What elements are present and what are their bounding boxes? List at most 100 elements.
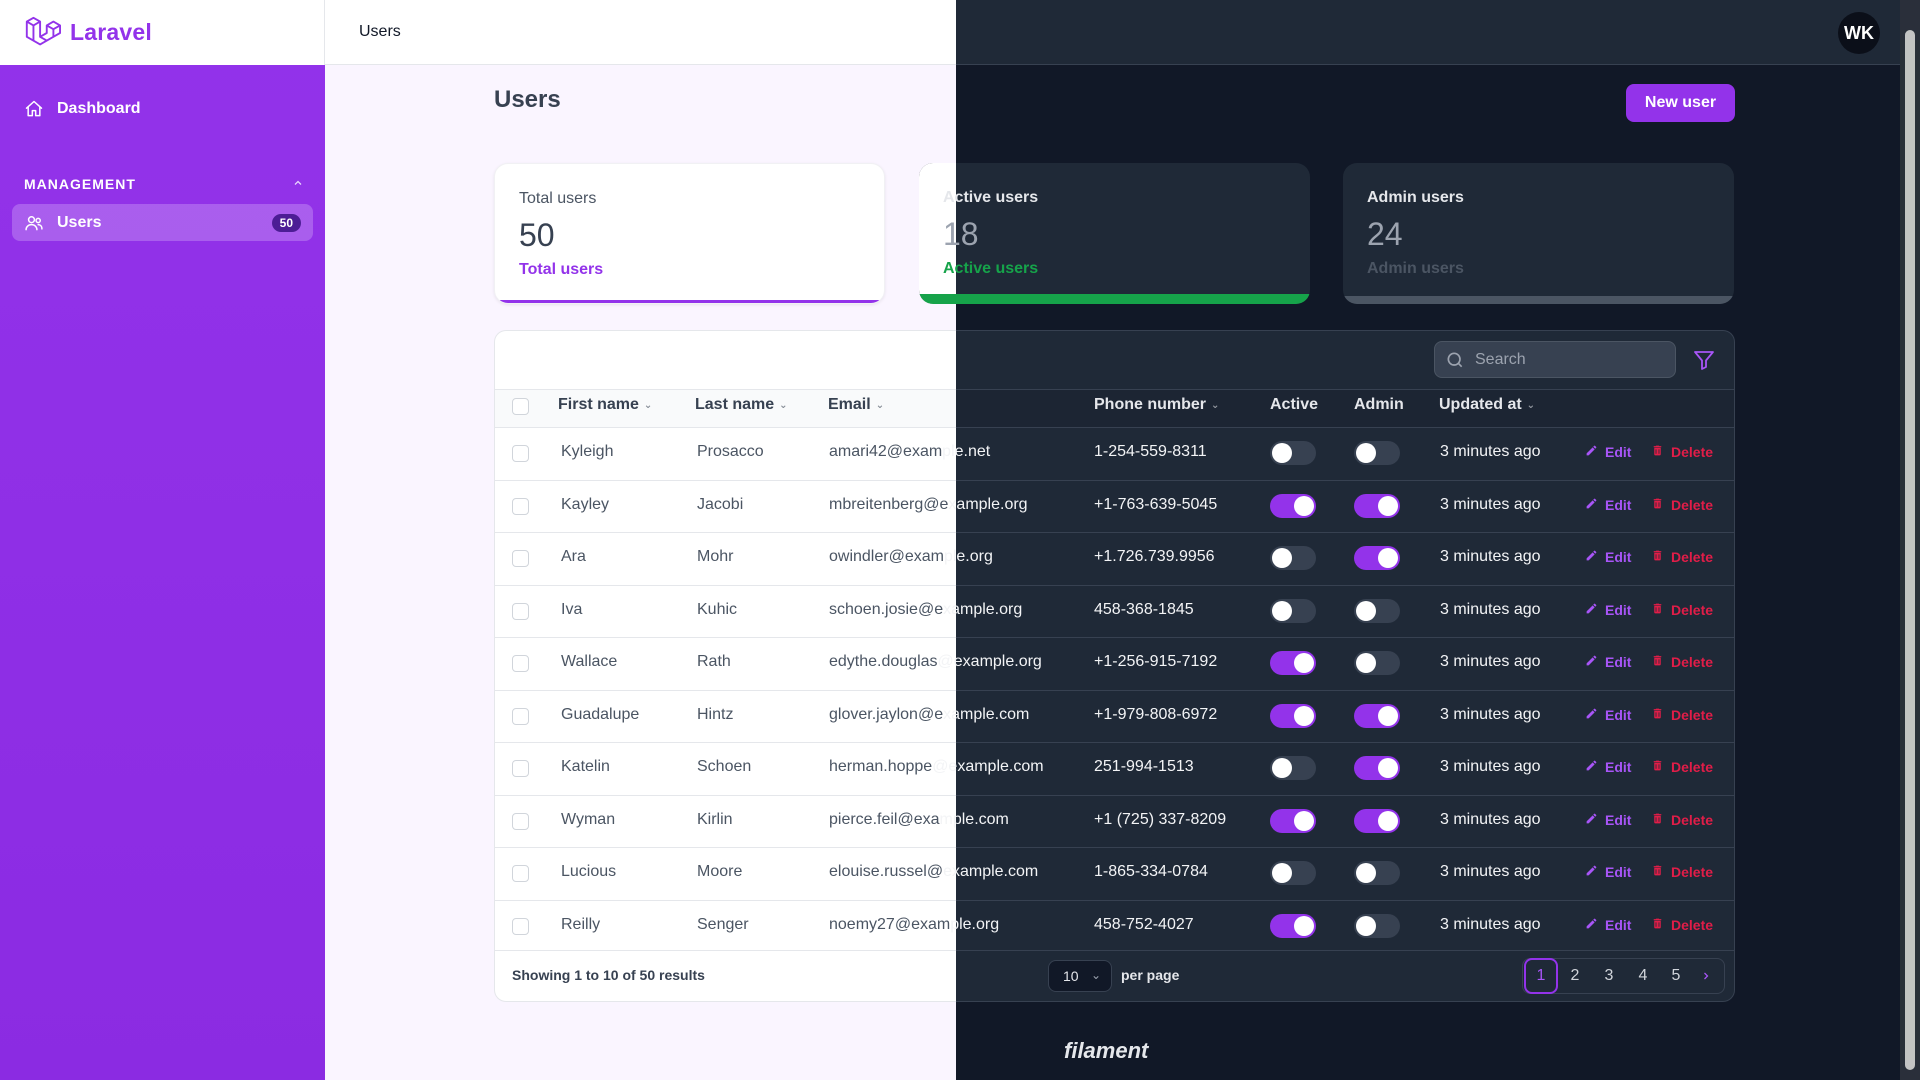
cell-first-name: Reilly (561, 915, 601, 933)
page-5-button[interactable]: 5 (1659, 959, 1693, 993)
delete-button[interactable]: Delete (1651, 602, 1713, 618)
active-toggle[interactable] (1270, 493, 1316, 518)
per-page-select[interactable]: 10 ⌄ (1048, 960, 1112, 992)
admin-toggle[interactable] (1354, 546, 1400, 571)
cell-last-name: Kuhic (697, 600, 738, 618)
toggle-knob (1356, 915, 1376, 936)
edit-button[interactable]: Edit (1585, 707, 1631, 723)
toggle-knob (1356, 600, 1376, 621)
edit-button[interactable]: Edit (1585, 759, 1631, 775)
email-text: mple.com (939, 810, 1009, 828)
column-header-updated-at[interactable]: Updated at ⌄ (1439, 396, 1535, 414)
page-1-button[interactable]: 1 (1524, 958, 1558, 994)
cell-updated-at: 3 minutes ago (1440, 915, 1541, 933)
active-toggle[interactable] (1270, 703, 1316, 728)
active-toggle[interactable] (1270, 651, 1316, 676)
sidebar-item-label: Users (57, 213, 102, 231)
admin-toggle[interactable] (1354, 703, 1400, 728)
search-box[interactable] (1434, 341, 1676, 378)
brand-logo[interactable]: Laravel (0, 0, 325, 65)
pencil-icon (1585, 654, 1605, 670)
admin-toggle[interactable] (1354, 861, 1400, 886)
delete-button[interactable]: Delete (1651, 812, 1713, 828)
search-input[interactable] (1475, 350, 1655, 369)
stat-label: Admin users (1367, 189, 1464, 206)
breadcrumb[interactable]: Users (359, 23, 401, 41)
edit-button[interactable]: Edit (1585, 654, 1631, 670)
column-header-email[interactable]: Email ⌄ (828, 396, 884, 414)
row-checkbox[interactable] (512, 760, 529, 778)
row-checkbox[interactable] (512, 445, 529, 463)
delete-button[interactable]: Delete (1651, 444, 1713, 460)
edit-button[interactable]: Edit (1585, 917, 1631, 933)
active-toggle[interactable] (1270, 546, 1316, 571)
active-toggle[interactable] (1270, 913, 1316, 938)
delete-label: Delete (1671, 811, 1714, 828)
row-checkbox[interactable] (512, 812, 529, 830)
trash-icon (1651, 549, 1671, 565)
email-text: ple.org (950, 915, 1000, 933)
column-header-admin[interactable]: Admin (1354, 396, 1404, 414)
admin-toggle[interactable] (1354, 598, 1400, 623)
edit-button[interactable]: Edit (1585, 812, 1631, 828)
table-divider (956, 690, 1735, 691)
avatar[interactable]: WK (1838, 12, 1880, 54)
edit-button[interactable]: Edit (1585, 602, 1631, 618)
filter-icon[interactable] (1692, 348, 1716, 372)
page-2-button[interactable]: 2 (1558, 959, 1592, 993)
row-checkbox[interactable] (512, 602, 529, 620)
delete-button[interactable]: Delete (1651, 864, 1713, 880)
delete-button[interactable]: Delete (1651, 497, 1713, 513)
column-header-phone-number[interactable]: Phone number ⌄ (1094, 396, 1219, 414)
admin-toggle[interactable] (1354, 441, 1400, 466)
page-4-button[interactable]: 4 (1626, 959, 1660, 993)
chevron-right-icon[interactable] (1689, 959, 1723, 993)
scrollbar[interactable] (1900, 0, 1920, 1080)
column-header-active[interactable]: Active (1270, 396, 1318, 414)
cell-email: edythe.douglas@example.org (829, 653, 1042, 671)
active-toggle[interactable] (1270, 598, 1316, 623)
sidebar-item-users[interactable]: Users 50 (12, 204, 313, 241)
sidebar-group-management[interactable]: MANAGEMENT (24, 176, 304, 192)
admin-toggle[interactable] (1354, 808, 1400, 833)
delete-button[interactable]: Delete (1651, 917, 1713, 933)
active-toggle[interactable] (1270, 861, 1316, 886)
new-user-button[interactable]: New user (1626, 84, 1735, 122)
delete-button[interactable]: Delete (1651, 759, 1713, 775)
admin-toggle[interactable] (1354, 493, 1400, 518)
row-checkbox[interactable] (512, 655, 529, 673)
delete-button[interactable]: Delete (1651, 549, 1713, 565)
admin-toggle[interactable] (1354, 756, 1400, 781)
row-checkbox[interactable] (512, 865, 529, 883)
scrollbar-thumb[interactable] (1905, 30, 1915, 1070)
edit-button[interactable]: Edit (1585, 549, 1631, 565)
select-all-checkbox[interactable] (512, 398, 529, 415)
active-toggle[interactable] (1270, 808, 1316, 833)
admin-toggle[interactable] (1354, 651, 1400, 676)
active-toggle[interactable] (1270, 441, 1316, 466)
delete-button[interactable]: Delete (1651, 707, 1713, 723)
edit-button[interactable]: Edit (1585, 864, 1631, 880)
row-checkbox[interactable] (512, 497, 529, 515)
row-checkbox[interactable] (512, 917, 529, 935)
pencil-icon (1585, 707, 1605, 723)
row-checkbox[interactable] (512, 707, 529, 725)
column-header-last-name[interactable]: Last name ⌄ (695, 396, 788, 414)
active-toggle[interactable] (1270, 756, 1316, 781)
cell-first-name: Wyman (561, 810, 616, 828)
column-header-first-name[interactable]: First name ⌄ (558, 396, 652, 414)
table-divider (494, 900, 956, 901)
page-3-button[interactable]: 3 (1592, 959, 1626, 993)
edit-label: Edit (1605, 444, 1632, 461)
sidebar-item-dashboard[interactable]: Dashboard (12, 90, 313, 127)
table-divider (494, 585, 956, 586)
cell-email: schoen.josie@example.org (829, 601, 1022, 619)
edit-button[interactable]: Edit (1585, 497, 1631, 513)
row-checkbox[interactable] (512, 550, 529, 568)
search-icon (1445, 350, 1465, 370)
edit-button[interactable]: Edit (1585, 444, 1631, 460)
admin-toggle[interactable] (1354, 913, 1400, 938)
delete-button[interactable]: Delete (1651, 654, 1713, 670)
chevron-up-icon[interactable] (292, 176, 304, 192)
toggle-knob (1378, 548, 1398, 569)
